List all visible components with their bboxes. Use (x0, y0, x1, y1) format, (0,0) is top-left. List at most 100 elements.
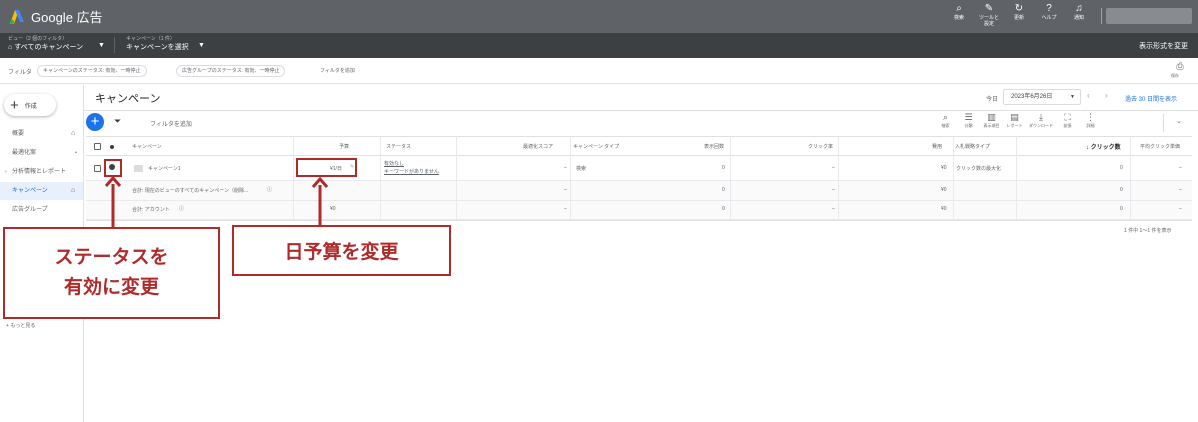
prev-date-button[interactable]: ‹ (1087, 91, 1090, 100)
filter-chip-adgroup-status[interactable]: 広告グループのステータス: 有効、一時停止 (176, 65, 286, 77)
refresh-button[interactable]: ↻ 更新 (1004, 3, 1034, 27)
avg-cpc-value: – (1179, 165, 1182, 171)
table-add-filter[interactable]: フィルタを追加 (150, 119, 192, 128)
sidebar-item-label: 分析情報とレポート (12, 169, 67, 175)
tool-download-button[interactable]: ⤓ ダウンロード (1026, 112, 1056, 129)
total-account-label: 合計: アカウント (132, 207, 170, 213)
status-text-2[interactable]: キーワードがありません (384, 168, 439, 175)
expand-icon: ⛶ (1064, 112, 1071, 122)
compare-period-link[interactable]: 過去 30 日間を表示 (1125, 94, 1177, 103)
callout-text-line2: 有効に変更 (63, 277, 159, 298)
campaign-type-icon (134, 165, 143, 172)
impressions-value: 0 (722, 187, 725, 193)
table-tools: ⌕ 検索 ☰ 分類 ▥ 表示項目 ▤ レポート ⤓ ダウンロード ⛶ 拡張 ⋮ … (934, 112, 1102, 129)
impressions-value: 0 (722, 206, 725, 212)
column-divider (456, 136, 457, 220)
header-cost[interactable]: 費用 (932, 143, 942, 150)
tool-columns-button[interactable]: ▥ 表示項目 (980, 112, 1003, 129)
save-label: 保存 (1171, 73, 1179, 78)
campaign-select-label: キャンペーンを選択 (126, 44, 189, 51)
filter-icon[interactable]: ⏷ (114, 116, 121, 127)
status-highlight-box (104, 159, 122, 177)
ctr-value: – (832, 206, 835, 212)
column-divider (953, 136, 954, 220)
column-divider (838, 136, 839, 220)
table-row: 合計: アカウント ⓘ ¥0 – 0 – ¥0 0 – (86, 201, 1192, 220)
create-button[interactable]: + 作成 (4, 94, 56, 116)
sidebar-item-campaigns[interactable]: キャンペーン ⌂ (0, 182, 83, 200)
tools-settings-button[interactable]: ✎ ツールと 設定 (974, 3, 1004, 27)
header-campaign[interactable]: キャンペーン (132, 143, 162, 150)
create-label: 作成 (24, 103, 37, 110)
chevron-down-icon[interactable]: ⌄ (1176, 117, 1182, 125)
chevron-down-icon: ▼ (198, 42, 205, 49)
sidebar-item-label: キャンペーン (12, 188, 48, 194)
display-format-button[interactable]: 表示形式を変更 (1139, 41, 1188, 51)
header-impressions[interactable]: 表示回数 (704, 143, 724, 150)
date-today-label: 今日 (986, 97, 999, 103)
help-icon[interactable]: ⓘ (179, 205, 184, 212)
filter-chip-campaign-status[interactable]: キャンペーンのステータス: 有効、一時停止 (37, 65, 147, 77)
more-icon: ⋮ (1086, 112, 1095, 122)
top-search-label: 検索 (953, 15, 964, 21)
save-icon[interactable]: ⎙ (1173, 61, 1187, 72)
avg-cpc-value: – (1179, 206, 1182, 212)
chevron-down-icon: ▼ (1070, 94, 1075, 100)
header-budget[interactable]: 予算 (339, 143, 349, 150)
header-status[interactable]: ステータス (386, 143, 411, 150)
column-divider (730, 136, 731, 220)
header-ctr[interactable]: クリック率 (808, 143, 833, 150)
sidebar-item-insights-reports[interactable]: › 分析情報とレポート (0, 163, 83, 181)
avg-cpc-value: – (1179, 187, 1182, 193)
tool-report-button[interactable]: ▤ レポート (1003, 112, 1026, 129)
sidebar-item-ad-groups[interactable]: 広告グループ (0, 201, 83, 219)
help-icon[interactable]: ⓘ (267, 186, 272, 193)
show-more-link[interactable]: + もっと見る (6, 322, 35, 329)
tool-segment-button[interactable]: ☰ 分類 (957, 112, 980, 129)
top-search-button[interactable]: ⌕ 検索 (944, 3, 974, 27)
tool-label: レポート (1006, 123, 1023, 128)
status-text-1[interactable]: 有効なし (384, 160, 404, 167)
tool-more-button[interactable]: ⋮ 詳細 (1079, 112, 1102, 129)
notifications-button[interactable]: ♫ 通知 (1064, 3, 1094, 27)
view-selector[interactable]: ビュー（2 個のフィルタ） ⌂ すべてのキャンペーン ▼ (8, 36, 105, 53)
campaign-type-value: 検索 (576, 166, 587, 172)
view-name: すべてのキャンペーン (14, 44, 84, 51)
google-ads-logo[interactable]: Google 広告 (9, 7, 103, 26)
campaign-name-link[interactable]: キャンペーン1 (148, 165, 181, 172)
campaign-selector[interactable]: キャンペーン（1 件） キャンペーンを選択 ▼ (126, 36, 205, 53)
date-range-picker[interactable]: 2023年6月26日 ▼ (1003, 89, 1081, 105)
cost-value: ¥0 (941, 165, 947, 171)
add-filter-link[interactable]: フィルタを追加 (320, 67, 355, 74)
header-campaign-type[interactable]: キャンペーン タイプ (573, 143, 619, 150)
status-arrow-icon (104, 176, 122, 227)
bell-icon: ♫ (1075, 3, 1083, 14)
tool-label: 表示項目 (983, 123, 1000, 128)
tools-settings-label: ツールと 設定 (978, 15, 999, 27)
tool-search-button[interactable]: ⌕ 検索 (934, 112, 957, 129)
select-all-checkbox[interactable] (94, 143, 101, 150)
help-button[interactable]: ? ヘルプ (1034, 3, 1064, 27)
segment-icon: ☰ (964, 112, 973, 122)
refresh-icon: ↻ (1014, 3, 1024, 14)
next-date-button[interactable]: › (1105, 91, 1108, 100)
account-info-blurred[interactable] (1106, 8, 1192, 24)
sidebar-item-overview[interactable]: 概要 ⌂ (0, 125, 83, 143)
header-bid-strategy[interactable]: 入札戦略タイプ (955, 143, 990, 150)
columns-icon: ▥ (987, 112, 996, 122)
add-campaign-button[interactable]: + (86, 113, 104, 131)
row-checkbox[interactable] (94, 165, 101, 172)
total-view-label: 合計: 現在のビューのすべてのキャンペーン（削除... (132, 188, 249, 194)
table-row[interactable]: キャンペーン1 ¥1/日 ✎ 有効なし キーワードがありません – 検索 0 –… (86, 157, 1192, 181)
sidebar-item-recommendations[interactable]: 最適化案 • (0, 144, 83, 162)
header-clicks[interactable]: ↓ クリック数 (1086, 142, 1121, 151)
status-change-callout: ステータスを 有効に変更 (3, 227, 220, 319)
help-icon: ? (1046, 3, 1052, 14)
header-opt-score[interactable]: 最適化スコア (523, 143, 553, 150)
tool-label: ダウンロード (1029, 123, 1053, 128)
tool-expand-button[interactable]: ⛶ 拡張 (1056, 112, 1079, 129)
budget-highlight-box (296, 158, 357, 177)
view-bar: ビュー（2 個のフィルタ） ⌂ すべてのキャンペーン ▼ キャンペーン（1 件）… (0, 33, 1198, 58)
budget-arrow-icon (311, 177, 329, 226)
header-avg-cpc[interactable]: 平均クリック単価 (1140, 143, 1180, 150)
